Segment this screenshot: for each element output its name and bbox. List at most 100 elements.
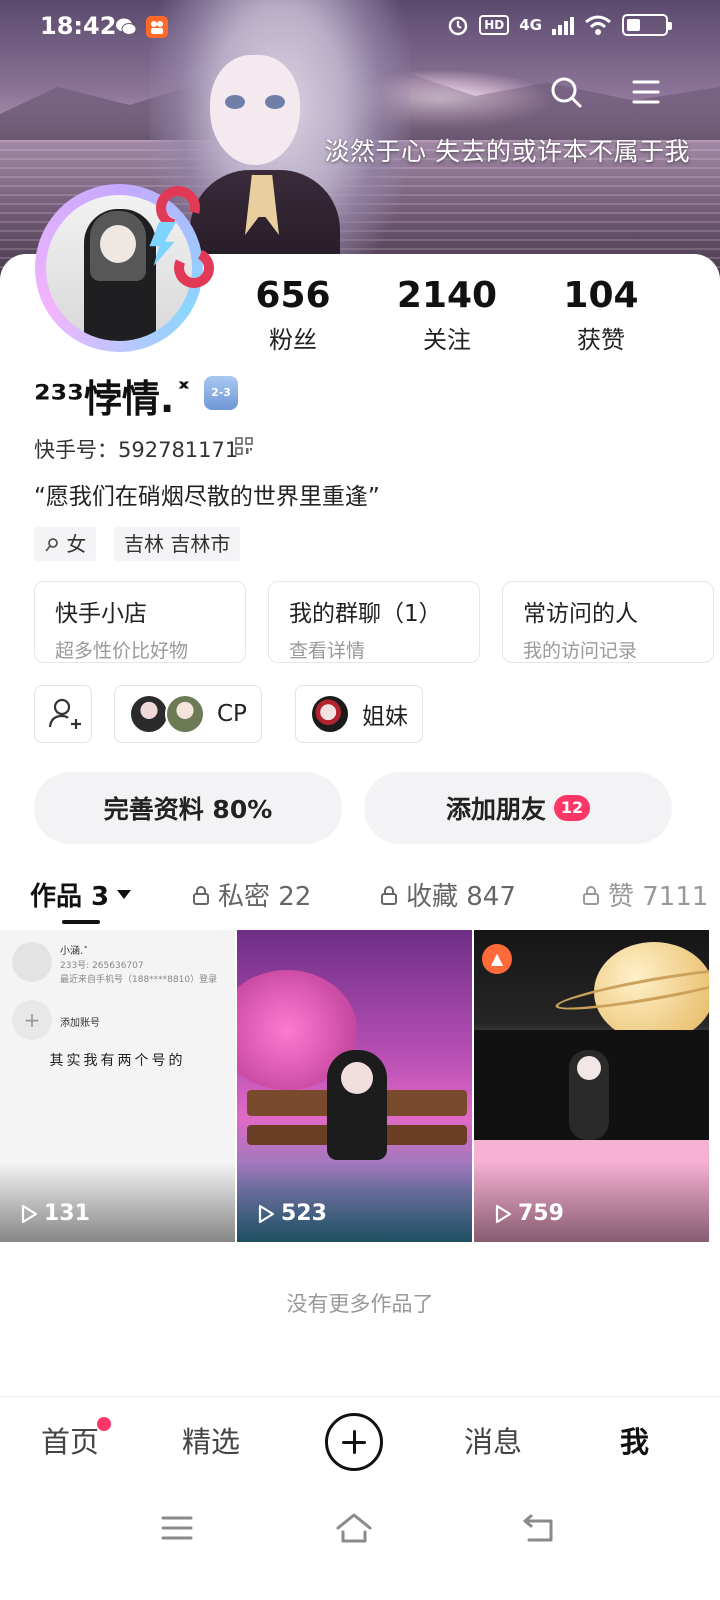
play-count-value: 131 [44,1201,90,1226]
group-chat-card[interactable]: 我的群聊（1） 查看详情 [268,581,480,663]
stat-value: 104 [563,275,639,316]
home-icon[interactable] [334,1510,374,1546]
sisters-label: 姐妹 [362,704,408,730]
entry-title: 常访问的人 [523,601,638,627]
account-login-note: 最近来自手机号（188****8810）登录 [60,975,218,985]
caret-down-icon [117,890,132,899]
magnet-icon [147,177,222,296]
work-item[interactable]: 小涵.˟ 233号: 265636707 最近来自手机号（188****8810… [0,930,235,1242]
location-tag: 吉林 吉林市 [114,527,241,561]
tab-label: 作品 3 [30,882,110,912]
kwai-id-label: 快手号： [34,438,118,462]
play-count: 131 [20,1201,90,1226]
kuaishou-icon [146,16,168,38]
stat-fans[interactable]: 656 粉丝 [216,276,370,355]
battery-icon [622,14,672,36]
signal-icon [552,15,574,35]
complete-profile-button[interactable]: 完善资料 80% [34,772,342,844]
wifi-icon [585,15,611,35]
status-indicators: HD 4G [447,14,672,36]
lock-icon [193,885,209,905]
tab-likes[interactable]: 赞 7111 [582,876,708,913]
plus-icon: + [12,1000,52,1040]
gender-label: 女 [66,532,87,556]
play-count-value: 759 [518,1201,564,1226]
banner-character-eye [265,95,285,109]
nav-me[interactable]: 我 [620,1419,649,1461]
female-icon [45,538,58,552]
qr-code-icon[interactable] [235,437,253,455]
lock-icon [381,885,397,905]
menu-icon[interactable] [626,72,666,112]
sisters-chip[interactable]: 姐妹 [295,685,423,743]
cp-chip[interactable]: CP [114,685,262,743]
content-tabs: 作品 3 私密 22 收藏 847 赞 7111 [0,860,720,928]
kwai-shop-card[interactable]: 快手小店 超多性价比好物 [34,581,246,663]
account-name: 小涵.˟ [60,946,89,957]
entry-subtitle: 超多性价比好物 [55,640,189,662]
account-avatar [12,942,52,982]
gender-tag: 女 [34,527,97,561]
banner-character-face [210,55,300,165]
bio: “愿我们在硝烟尽散的世界里重逢” [34,484,380,510]
kwai-id[interactable]: 快手号：592781171 [34,434,238,464]
work-item[interactable]: ▲ 759 [474,930,709,1242]
sister-avatar [310,694,350,734]
nav-featured[interactable]: 精选 [182,1419,240,1461]
avatar[interactable] [30,177,224,358]
tab-favorites[interactable]: 收藏 847 [380,876,516,913]
stat-value: 656 [255,275,331,316]
tab-works[interactable]: 作品 3 [30,876,132,913]
create-plus-button[interactable] [325,1413,383,1471]
entry-title: 快手小店 [55,601,147,627]
add-friends-button[interactable]: 添加朋友 12 [364,772,672,844]
stat-label: 粉丝 [269,326,317,354]
tab-label: 收藏 847 [406,882,516,912]
stat-label: 获赞 [577,326,625,354]
add-relationship-button[interactable] [34,685,92,743]
entry-title: 我的群聊（1） [289,601,442,627]
notification-dot [97,1417,111,1431]
lock-icon [583,885,599,905]
status-bar: 18:42 HD 4G [0,0,720,56]
banner-character-eye [225,95,245,109]
stat-likes[interactable]: 104 获赞 [524,276,678,355]
entry-subtitle: 查看详情 [289,640,366,662]
kwai-id-value: 592781171 [118,438,239,462]
hd-icon: HD [479,15,510,35]
back-icon[interactable] [519,1510,559,1546]
nav-home[interactable]: 首页 [41,1419,99,1461]
no-more-works: 没有更多作品了 [286,1292,434,1316]
add-friends-label: 添加朋友 [445,795,546,824]
add-account-label: 添加账号 [60,1018,100,1029]
search-icon[interactable] [546,72,586,112]
add-person-icon [48,698,81,729]
account-id: 233号: 265636707 [60,961,144,971]
work-item[interactable]: 523 [237,930,472,1242]
network-type: 4G [519,16,542,34]
work-caption: 其实我有两个号的 [49,1053,186,1069]
cp-avatar [165,694,205,734]
system-nav-bar [0,1488,720,1600]
profile-stats: 656 粉丝 2140 关注 104 获赞 [216,276,696,355]
frequent-visitors-card[interactable]: 常访问的人 我的访问记录 [502,581,714,663]
entry-subtitle: 我的访问记录 [523,640,638,662]
wechat-icon [115,16,137,38]
hot-icon: ▲ [482,944,512,974]
tab-private[interactable]: 私密 22 [192,876,311,913]
stat-value: 2140 [396,275,498,316]
recent-apps-icon[interactable] [157,1510,197,1546]
cp-label: CP [217,701,247,727]
add-friends-badge: 12 [554,795,590,821]
alarm-icon [448,16,468,36]
tab-label: 私密 22 [218,882,312,912]
entry-row: 快手小店 超多性价比好物 我的群聊（1） 查看详情 常访问的人 我的访问记录 [34,581,720,663]
bottom-nav: 首页 精选 消息 我 [0,1396,720,1488]
tab-label: 赞 7111 [608,882,709,912]
stat-label: 关注 [423,326,471,354]
stat-following[interactable]: 2140 关注 [370,276,524,355]
play-count: 523 [257,1201,327,1226]
level-badge-icon[interactable]: 2-3 [204,376,238,410]
nav-messages[interactable]: 消息 [464,1419,522,1461]
active-tab-indicator [62,920,100,924]
